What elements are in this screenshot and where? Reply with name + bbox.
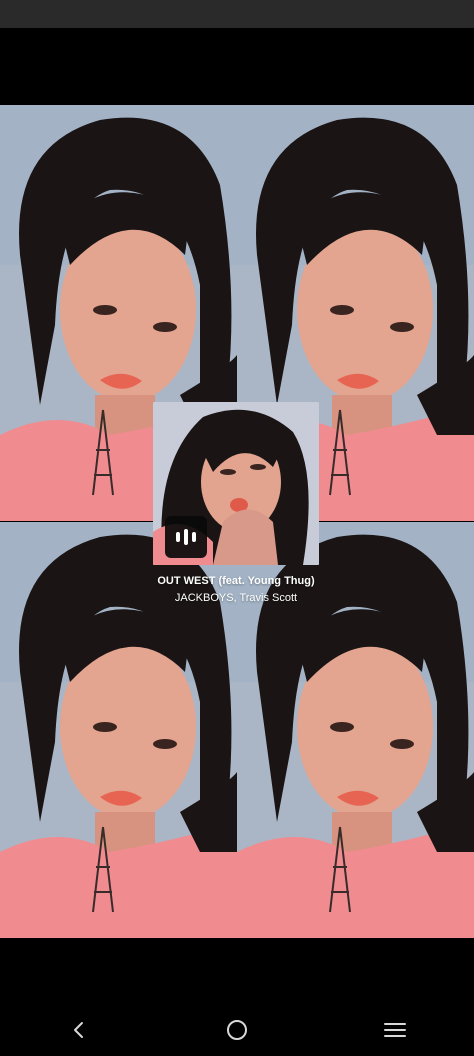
back-chevron-icon [74,1022,83,1038]
nav-recents-button[interactable] [365,1010,425,1050]
song-artists: JACKBOYS, Travis Scott [174,592,298,604]
music-sticker-artwork[interactable] [153,402,319,565]
home-circle-icon [227,1020,247,1040]
story-photo-collage[interactable]: OUT WEST (feat. Young Thug) JACKBOYS, Tr… [0,105,474,938]
top-letterbox [0,28,474,105]
recents-menu-icon [384,1023,406,1037]
nav-home-button[interactable] [207,1010,267,1050]
nav-back-button[interactable] [49,1010,109,1050]
status-bar [0,0,474,28]
song-title: OUT WEST (feat. Young Thug) [157,575,315,587]
music-sticker-info[interactable]: OUT WEST (feat. Young Thug) JACKBOYS, Tr… [153,575,319,605]
system-navigation-bar [0,1004,474,1056]
audio-bars-icon [165,516,207,558]
